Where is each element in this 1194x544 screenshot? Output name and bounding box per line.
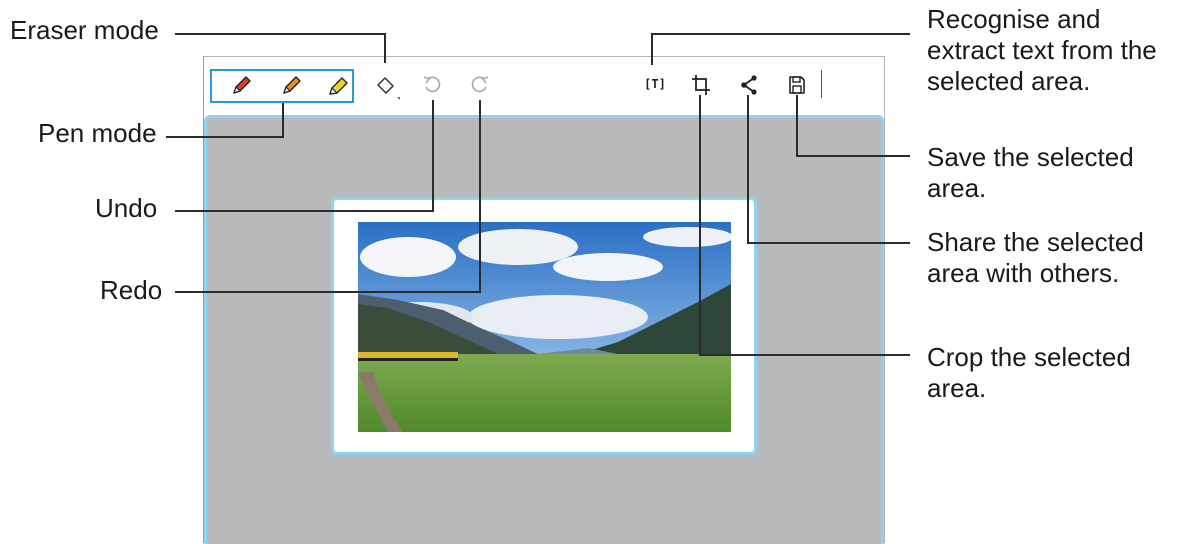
- landscape-photo: [358, 222, 731, 432]
- eraser-icon[interactable]: [374, 72, 400, 102]
- crop-callout-line: [700, 354, 910, 356]
- share-label-line-1: Share the selected: [927, 227, 1144, 257]
- redo-label: Redo: [100, 275, 163, 305]
- save-callout-line-v: [796, 95, 798, 157]
- redo-callout-line-v: [479, 100, 481, 293]
- save-label-line-2: area.: [927, 173, 987, 203]
- pen-mode-group: [210, 69, 354, 103]
- recognise-callout-line: [652, 33, 910, 35]
- share-label: Share the selected area with others.: [927, 227, 1144, 289]
- redo-icon[interactable]: [470, 74, 490, 96]
- crop-label-line-2: area.: [927, 373, 987, 403]
- save-callout-line: [797, 155, 910, 157]
- share-icon[interactable]: [739, 74, 759, 96]
- yellow-highlighter-icon[interactable]: [327, 75, 349, 97]
- share-label-line-2: area with others.: [927, 258, 1120, 288]
- pen-callout-line: [166, 136, 283, 138]
- recognise-label: Recognise and extract text from the sele…: [927, 4, 1157, 97]
- eraser-callout-line: [175, 33, 385, 35]
- save-label-line-1: Save the selected: [927, 142, 1134, 172]
- pen-callout-line-v: [282, 103, 284, 138]
- orange-pen-icon[interactable]: [280, 75, 302, 97]
- recognise-label-line-1: Recognise and: [927, 4, 1101, 34]
- red-pen-icon[interactable]: [230, 75, 252, 97]
- undo-callout-line-v: [432, 100, 434, 212]
- redo-callout-line: [175, 291, 481, 293]
- crop-callout-line-v: [699, 95, 701, 356]
- eraser-mode-label: Eraser mode: [10, 15, 159, 45]
- toolbar: [T]: [204, 57, 886, 115]
- eraser-callout-line-v: [384, 33, 386, 63]
- recognise-label-line-2: extract text from the: [927, 35, 1157, 65]
- recognise-callout-line-v: [651, 33, 653, 65]
- pen-mode-label: Pen mode: [38, 118, 157, 148]
- share-callout-line: [748, 242, 910, 244]
- save-icon[interactable]: [787, 74, 807, 96]
- text-recognition-icon[interactable]: [T]: [641, 73, 669, 95]
- crop-label-line-1: Crop the selected: [927, 342, 1131, 372]
- share-callout-line-v: [747, 95, 749, 244]
- toolbar-divider: [821, 70, 822, 98]
- save-label: Save the selected area.: [927, 142, 1134, 204]
- recognise-label-line-3: selected area.: [927, 66, 1091, 96]
- undo-icon[interactable]: [422, 74, 442, 96]
- crop-icon[interactable]: [691, 74, 711, 96]
- crop-label: Crop the selected area.: [927, 342, 1131, 404]
- undo-callout-line: [175, 210, 434, 212]
- undo-label: Undo: [95, 193, 158, 223]
